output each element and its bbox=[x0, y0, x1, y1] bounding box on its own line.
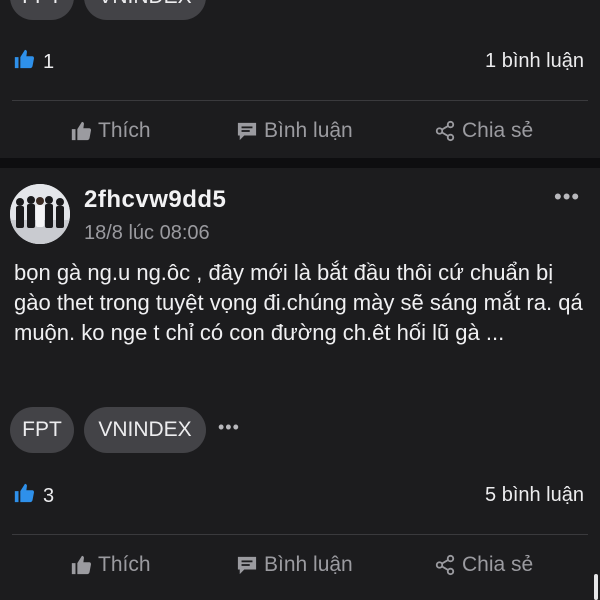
comment-button[interactable]: Bình luận bbox=[236, 119, 353, 143]
comment-count[interactable]: 1 bình luận bbox=[485, 50, 584, 73]
username[interactable]: 2fhcvw9dd5 bbox=[84, 186, 226, 214]
scrollbar[interactable] bbox=[594, 574, 598, 600]
like-button-label: Thích bbox=[98, 119, 151, 142]
comment-button-label: Bình luận bbox=[264, 553, 353, 576]
thumbs-up-icon bbox=[70, 120, 92, 142]
tag-chip-vnindex[interactable]: VNINDEX bbox=[84, 0, 206, 20]
share-button-label: Chia sẻ bbox=[462, 119, 534, 142]
thumbs-up-icon bbox=[13, 48, 35, 76]
like-button-label: Thích bbox=[98, 553, 151, 576]
tag-chip-vnindex[interactable]: VNINDEX bbox=[84, 407, 206, 453]
thumbs-up-icon bbox=[70, 554, 92, 576]
like-count: 3 bbox=[43, 484, 55, 507]
comment-button-label: Bình luận bbox=[264, 119, 353, 142]
comment-count[interactable]: 5 bình luận bbox=[485, 484, 584, 507]
like-count: 1 bbox=[43, 50, 55, 73]
more-tags-icon[interactable]: ••• bbox=[218, 417, 240, 438]
timestamp: 18/8 lúc 08:06 bbox=[84, 222, 210, 244]
avatar[interactable] bbox=[10, 184, 70, 244]
like-stat[interactable]: 1 bbox=[13, 48, 54, 76]
more-icon[interactable]: ••• bbox=[554, 184, 580, 210]
thumbs-up-icon bbox=[13, 482, 35, 510]
share-icon bbox=[434, 554, 456, 576]
comment-icon bbox=[236, 121, 258, 141]
divider bbox=[12, 534, 588, 535]
tag-chip-fpt[interactable]: FPT bbox=[10, 0, 74, 20]
like-button[interactable]: Thích bbox=[70, 119, 151, 143]
post-card: FPT VNINDEX 1 1 bình luận Thích Bình luậ… bbox=[0, 0, 600, 158]
comment-button[interactable]: Bình luận bbox=[236, 553, 353, 577]
comment-icon bbox=[236, 555, 258, 575]
like-button[interactable]: Thích bbox=[70, 553, 151, 577]
share-button[interactable]: Chia sẻ bbox=[434, 119, 533, 143]
post-content: bọn gà ng.u ng.ôc , đây mới là bắt đầu t… bbox=[14, 260, 583, 345]
share-button-label: Chia sẻ bbox=[462, 553, 534, 576]
like-stat[interactable]: 3 bbox=[13, 482, 54, 510]
share-icon bbox=[434, 120, 456, 142]
tag-chip-fpt[interactable]: FPT bbox=[10, 407, 74, 453]
share-button[interactable]: Chia sẻ bbox=[434, 553, 533, 577]
divider bbox=[12, 100, 588, 101]
